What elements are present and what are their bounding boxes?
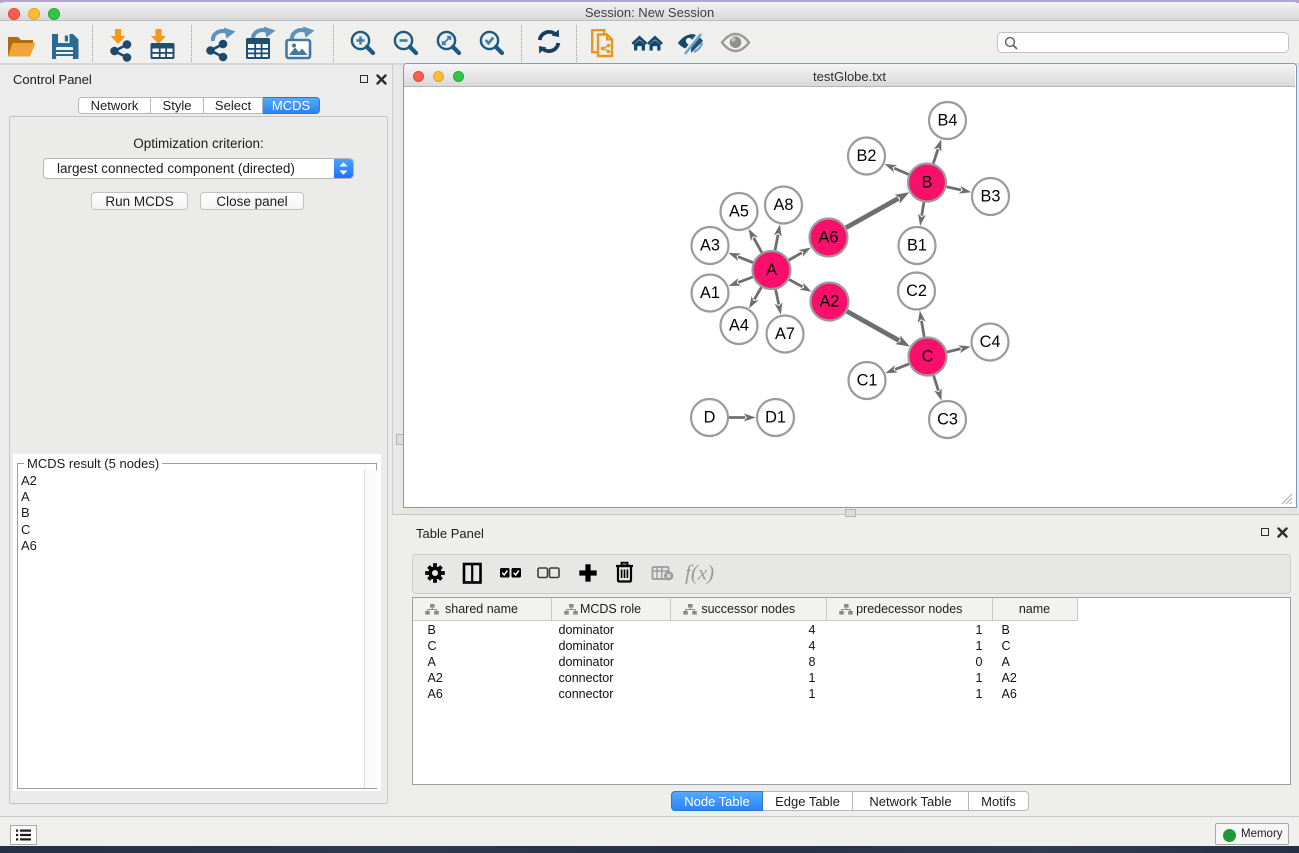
svg-text:A7: A7 [775,325,795,343]
svg-text:C2: C2 [906,282,927,300]
svg-text:B2: B2 [857,147,877,165]
svg-text:B: B [922,174,933,192]
svg-text:B3: B3 [981,188,1001,206]
svg-text:A5: A5 [729,203,749,221]
svg-text:B1: B1 [907,237,927,255]
svg-text:A6: A6 [819,229,839,247]
svg-text:D: D [704,409,716,427]
svg-text:B4: B4 [938,112,958,130]
svg-text:A: A [766,261,777,279]
svg-text:C: C [922,348,934,366]
svg-text:C4: C4 [980,333,1001,351]
svg-text:C3: C3 [937,411,958,429]
svg-text:D1: D1 [765,409,786,427]
svg-text:A3: A3 [700,237,720,255]
svg-text:A8: A8 [774,196,794,214]
svg-text:A4: A4 [729,317,749,335]
svg-text:f(x): f(x) [685,561,714,585]
svg-text:C1: C1 [857,372,878,390]
svg-text:A2: A2 [820,293,840,311]
svg-text:A1: A1 [700,284,720,302]
